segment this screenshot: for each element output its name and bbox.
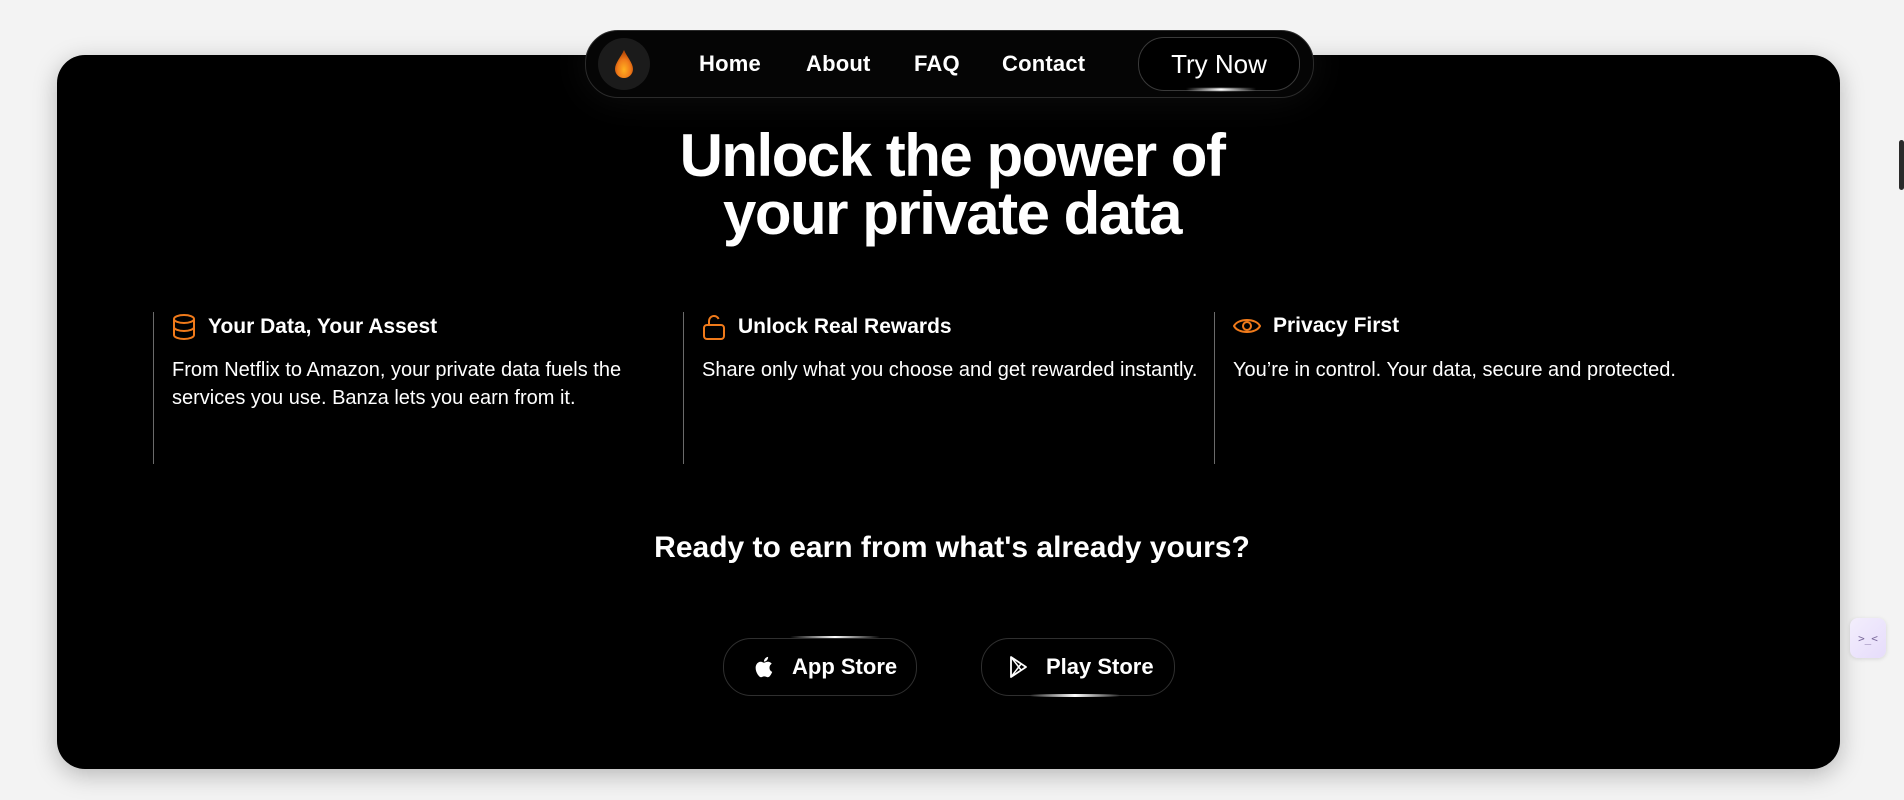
assistant-widget-button[interactable]: >_< bbox=[1850, 618, 1886, 658]
play-store-icon bbox=[1004, 653, 1032, 681]
top-nav: Home About FAQ Contact Try Now bbox=[585, 30, 1314, 98]
feature-title: Privacy First bbox=[1273, 314, 1400, 337]
feature-your-data: Your Data, Your Assest From Netflix to A… bbox=[153, 312, 684, 464]
play-store-button[interactable]: Play Store bbox=[981, 638, 1175, 696]
try-now-button[interactable]: Try Now bbox=[1138, 37, 1300, 91]
nav-link-home[interactable]: Home bbox=[699, 31, 761, 97]
eye-icon bbox=[1233, 319, 1261, 333]
database-icon bbox=[173, 314, 195, 340]
unlock-icon bbox=[703, 315, 725, 340]
cta-heading: Ready to earn from what's already yours? bbox=[654, 531, 1250, 564]
app-store-button[interactable]: App Store bbox=[723, 638, 917, 696]
feature-title-row: Your Data, Your Assest bbox=[172, 314, 437, 340]
feature-title-row: Privacy First bbox=[1233, 314, 1399, 338]
hero-headline: Unlock the power of your private data bbox=[0, 126, 1904, 244]
feature-unlock-rewards: Unlock Real Rewards Share only what you … bbox=[683, 312, 1214, 464]
headline-line-2: your private data bbox=[723, 180, 1183, 247]
feature-title: Unlock Real Rewards bbox=[738, 315, 952, 338]
try-now-glow bbox=[1186, 88, 1256, 91]
feature-privacy-first: Privacy First You’re in control. Your da… bbox=[1214, 312, 1775, 464]
logo-button[interactable] bbox=[598, 38, 650, 90]
apple-icon bbox=[755, 656, 773, 678]
nav-link-about[interactable]: About bbox=[806, 31, 871, 97]
app-store-label: App Store bbox=[792, 654, 898, 679]
feature-title: Your Data, Your Assest bbox=[208, 315, 438, 338]
scrollbar-thumb[interactable] bbox=[1899, 140, 1904, 190]
feature-description: You’re in control. Your data, secure and… bbox=[1233, 359, 1676, 381]
play-store-glow bbox=[1030, 694, 1120, 697]
feature-description: Share only what you choose and get rewar… bbox=[702, 359, 1198, 381]
feature-title-row: Unlock Real Rewards bbox=[702, 314, 952, 340]
nav-link-faq[interactable]: FAQ bbox=[914, 31, 960, 97]
headline-line-1: Unlock the power of bbox=[679, 122, 1226, 189]
feature-description: From Netflix to Amazon, your private dat… bbox=[172, 359, 622, 409]
flame-drop-icon bbox=[615, 50, 633, 78]
nav-link-contact[interactable]: Contact bbox=[1002, 31, 1085, 97]
play-store-label: Play Store bbox=[1046, 654, 1154, 679]
